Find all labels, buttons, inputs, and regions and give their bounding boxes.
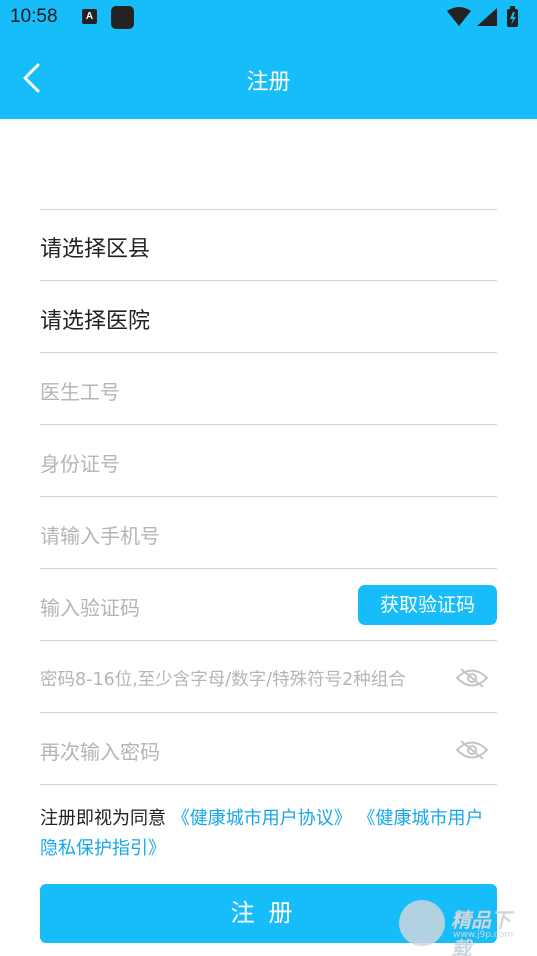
phone-placeholder: 请输入手机号: [40, 524, 160, 548]
watermark-url: www.j9p.com: [453, 930, 514, 940]
eye-hidden-icon[interactable]: [455, 667, 489, 689]
get-code-button[interactable]: 获取验证码: [358, 585, 497, 625]
page-title: 注册: [246, 70, 291, 95]
status-icons: [447, 6, 518, 27]
signal-icon: [477, 8, 497, 26]
notification-app-icon: [111, 6, 134, 29]
watermark: 精品下载 www.j9p.com: [399, 900, 529, 956]
status-time: 10:58: [10, 6, 58, 27]
eye-hidden-icon[interactable]: [455, 739, 489, 761]
password-confirm-field[interactable]: 再次输入密码: [40, 736, 160, 765]
notification-a-icon: A: [82, 9, 97, 24]
user-agreement-link[interactable]: 《健康城市用户协议》: [172, 808, 352, 829]
app-bar: 注册: [0, 36, 537, 119]
verification-code-row: 输入验证码 获取验证码: [40, 570, 497, 641]
hospital-select[interactable]: 请选择医院: [40, 282, 497, 353]
verification-code-field[interactable]: 输入验证码: [40, 592, 140, 621]
password-field[interactable]: 密码8-16位,至少含字母/数字/特殊符号2种组合: [40, 666, 406, 691]
wifi-icon: [447, 7, 471, 26]
agreement-prefix: 注册即视为同意: [40, 808, 166, 829]
phone-field[interactable]: 请输入手机号: [40, 498, 497, 569]
id-card-field[interactable]: 身份证号: [40, 426, 497, 497]
id-card-placeholder: 身份证号: [40, 452, 120, 476]
doctor-id-placeholder: 医生工号: [40, 380, 120, 404]
password-confirm-row: 再次输入密码: [40, 714, 497, 785]
hospital-select-label: 请选择医院: [40, 309, 151, 334]
district-select[interactable]: 请选择区县: [40, 210, 497, 281]
doctor-id-field[interactable]: 医生工号: [40, 354, 497, 425]
password-row: 密码8-16位,至少含字母/数字/特殊符号2种组合: [40, 642, 497, 713]
district-select-label: 请选择区县: [40, 237, 151, 262]
status-bar: 10:58 A: [0, 0, 537, 36]
watermark-logo: [399, 900, 445, 946]
agreement-text: 注册即视为同意 《健康城市用户协议》 《健康城市用户隐私保护指引》: [40, 804, 497, 864]
